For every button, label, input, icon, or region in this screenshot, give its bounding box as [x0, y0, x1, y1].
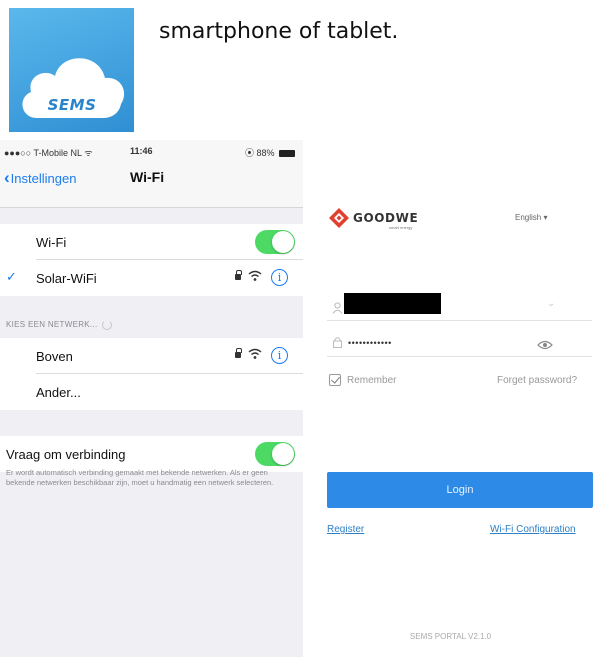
intro-text: smartphone of tablet.	[159, 19, 399, 44]
back-button-label: Instellingen	[10, 171, 77, 186]
chevron-down-icon[interactable]: ⌄	[547, 298, 555, 309]
username-input[interactable]	[344, 293, 441, 314]
navigation-bar: ‹Instellingen Wi-Fi	[0, 160, 303, 208]
wifi-signal-icon	[248, 270, 262, 281]
battery-status: ⦿ 88%	[245, 146, 296, 159]
network-status-icons: i	[235, 269, 295, 287]
language-select[interactable]: English ▾	[515, 213, 547, 222]
login-button[interactable]: Login	[327, 472, 593, 508]
connected-network-row[interactable]: ✓ Solar-WiFi i	[0, 260, 303, 296]
goodwe-logo: GOODWE smart energy	[329, 206, 459, 230]
network-status-icons: i	[235, 347, 295, 365]
logo-tagline: smart energy	[389, 225, 413, 230]
section-header: KIES EEN NETWERK...	[6, 320, 112, 330]
lock-icon	[333, 337, 342, 348]
page-title: Wi-Fi	[130, 169, 165, 185]
battery-icon	[279, 150, 296, 158]
status-bar: ●●●○○ T-Mobile NL ᯤ 11:46 ⦿ 88%	[0, 140, 303, 160]
wifi-toggle-label: Wi-Fi	[36, 235, 67, 250]
checkmark-icon: ✓	[6, 269, 17, 284]
ask-to-join-row: Vraag om verbinding	[0, 436, 303, 472]
back-button[interactable]: ‹Instellingen	[4, 168, 76, 188]
goodwe-logo-icon	[329, 208, 349, 228]
loading-spinner-icon	[101, 320, 112, 330]
battery-percent: ⦿ 88%	[245, 148, 275, 158]
user-icon	[332, 302, 343, 314]
forget-password-link[interactable]: Forget password?	[497, 375, 577, 386]
app-icon-label: SEMS	[47, 96, 97, 114]
ask-to-join-label: Vraag om verbinding	[6, 447, 126, 462]
network-name: Solar-WiFi	[36, 271, 97, 286]
password-underline	[327, 356, 592, 357]
username-underline	[327, 320, 592, 321]
wifi-toggle-row: Wi-Fi	[0, 224, 303, 260]
register-link[interactable]: Register	[327, 524, 364, 535]
info-icon[interactable]: i	[271, 347, 288, 364]
eye-icon[interactable]	[537, 340, 553, 350]
clock: 11:46	[130, 146, 153, 156]
sems-app-icon: SEMS	[9, 8, 134, 132]
remember-checkbox[interactable]	[329, 374, 341, 386]
wifi-toggle-switch[interactable]	[255, 230, 295, 254]
chevron-left-icon: ‹	[4, 168, 10, 187]
ios-wifi-settings: ●●●○○ T-Mobile NL ᯤ 11:46 ⦿ 88% ‹Instell…	[0, 140, 303, 657]
portal-version: SEMS PORTAL V2.1.0	[409, 632, 492, 641]
network-row-boven[interactable]: Boven i	[0, 338, 303, 374]
network-name: Boven	[36, 349, 73, 364]
logo-text: GOODWE	[353, 211, 419, 225]
sems-login-screen: GOODWE smart energy English ▾ ⌄ ••••••••…	[303, 140, 598, 657]
wifi-signal-icon	[248, 348, 262, 359]
footer-note: Er wordt automatisch verbinding gemaakt …	[6, 468, 274, 487]
remember-label: Remember	[347, 375, 397, 386]
carrier-label: ●●●○○ T-Mobile NL ᯤ	[4, 148, 93, 158]
wifi-configuration-link[interactable]: Wi-Fi Configuration	[490, 524, 576, 535]
info-icon[interactable]: i	[271, 269, 288, 286]
section-header-label: KIES EEN NETWERK...	[6, 320, 98, 330]
lock-icon	[235, 270, 242, 280]
ask-to-join-switch[interactable]	[255, 442, 295, 466]
password-input[interactable]: ••••••••••••	[348, 338, 392, 348]
lock-icon	[235, 348, 242, 358]
network-name: Ander...	[36, 385, 81, 400]
network-row-other[interactable]: Ander...	[0, 374, 303, 410]
